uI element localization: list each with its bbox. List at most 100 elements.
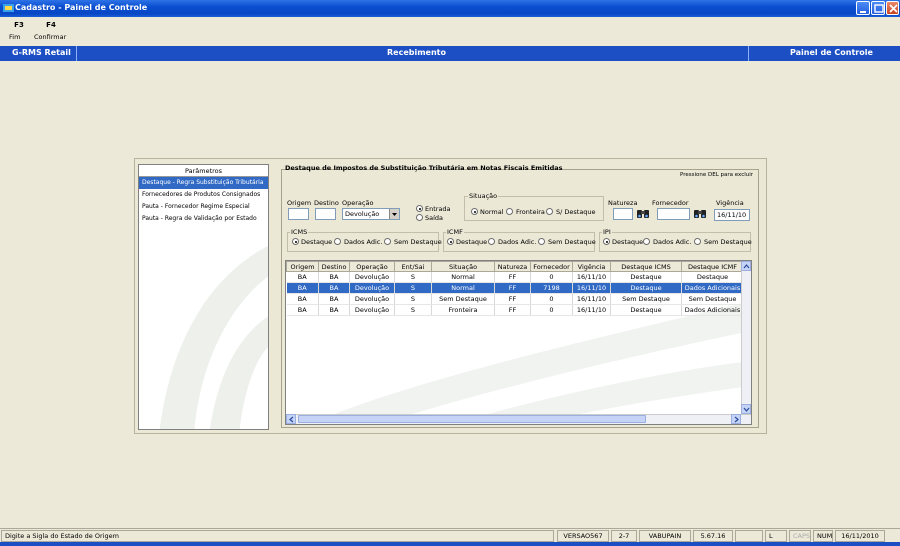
col-destaque-icms[interactable]: Destaque ICMS [610,261,682,272]
status-user: VABUPAIN [639,530,691,542]
origem-input[interactable] [288,208,309,220]
status-version: VERSAO567 [557,530,609,542]
table-row[interactable]: BA BA Devolução S Sem Destaque FF 0 16/1… [286,293,744,305]
cell: BA [286,304,319,316]
vigencia-input[interactable]: 16/11/10 [714,209,750,221]
delete-hint: Pressione DEL para excluir [680,172,754,178]
binoculars-icon[interactable] [636,207,650,219]
cell: BA [318,293,350,305]
params-item-pauta-regra[interactable]: Pauta - Regra de Validação por Estado [139,213,268,225]
parameters-list[interactable]: Parâmetros Destaque - Regra Substituição… [138,164,269,430]
operacao-label: Operação [342,199,374,207]
cell: 16/11/10 [572,304,611,316]
ipi-destaque-radio[interactable] [603,238,610,245]
natureza-input[interactable] [613,208,633,220]
confirmar-key: F4 [46,21,56,29]
icms-dados-radio[interactable] [334,238,341,245]
situacao-fronteira-label: Fronteira [516,208,545,216]
horizontal-scroll-thumb[interactable] [298,415,646,423]
situacao-sdestaque-label: S/ Destaque [556,208,596,216]
cell: S [394,304,432,316]
status-caps: CAPS [789,530,811,542]
situacao-fronteira-radio[interactable] [506,208,513,215]
table-row[interactable]: BA BA Devolução S Normal FF 0 16/11/10 D… [286,271,744,283]
situacao-sdestaque-radio[interactable] [546,208,553,215]
horizontal-scrollbar[interactable] [286,414,751,424]
scroll-down-button[interactable] [741,404,751,414]
ipi-title: IPI [602,228,612,236]
icmf-sem-radio[interactable] [538,238,545,245]
cell: Dados Adicionais [681,282,744,294]
ipi-sem-radio[interactable] [694,238,701,245]
cell: Devolução [349,304,395,316]
header-divider [76,46,77,61]
minimize-icon [860,11,866,13]
cell: FF [494,282,531,294]
scroll-right-button[interactable] [731,414,741,424]
col-operacao[interactable]: Operação [349,261,395,272]
situacao-normal-label: Normal [480,208,504,216]
cell: Destaque [610,271,682,283]
cell: BA [286,293,319,305]
icmf-dados-label: Dados Adic. [498,238,537,246]
vigencia-label: Vigência [716,199,744,207]
maximize-button[interactable] [871,1,885,15]
status-bar: Digite a Sigla do Estado de Origem VERSA… [0,528,900,542]
cell: FF [494,293,531,305]
cell: BA [318,271,350,283]
chevron-down-icon[interactable] [389,209,399,219]
ipi-dados-radio[interactable] [643,238,650,245]
destino-input[interactable] [315,208,336,220]
status-l: L [765,530,787,542]
destino-label: Destino [314,199,339,207]
header-strip: G-RMS Retail Recebimento Painel de Contr… [0,46,900,61]
params-item-fornecedores[interactable]: Fornecedores de Produtos Consignados [139,189,268,201]
screen-name: Painel de Controle [790,48,873,57]
cell: 0 [530,271,573,283]
fornecedor-input[interactable] [657,208,690,220]
maximize-icon [874,4,884,13]
col-natureza[interactable]: Natureza [494,261,531,272]
cell: Destaque [681,271,744,283]
params-item-destaque[interactable]: Destaque - Regra Substituição Tributária [139,177,268,189]
minimize-button[interactable] [856,1,870,15]
table-row[interactable]: BA BA Devolução S Fronteira FF 0 16/11/1… [286,304,744,316]
confirmar-button[interactable]: F4 Confirmar [34,21,68,41]
status-date: 16/11/2010 [835,530,885,542]
col-destaque-icmf[interactable]: Destaque ICMF [681,261,744,272]
icmf-destaque-radio[interactable] [447,238,454,245]
fim-key: F3 [14,21,24,29]
chevron-left-icon [289,416,294,423]
cell: Destaque [610,304,682,316]
table-row[interactable]: BA BA Devolução S Normal FF 7198 16/11/1… [286,282,744,294]
col-vigencia[interactable]: Vigência [572,261,611,272]
status-build: 5.67.16 [693,530,733,542]
situacao-normal-radio[interactable] [471,208,478,215]
fim-button[interactable]: F3 Fim [9,21,29,41]
icms-sem-radio[interactable] [384,238,391,245]
entrada-label: Entrada [425,205,451,213]
col-fornecedor[interactable]: Fornecedor [530,261,573,272]
entrada-radio[interactable] [416,205,423,212]
col-entsai[interactable]: Ent/Sai [394,261,432,272]
saida-radio[interactable] [416,214,423,221]
close-button[interactable] [886,1,899,15]
binoculars-icon[interactable] [693,207,707,219]
scroll-up-button[interactable] [741,261,751,271]
operacao-select[interactable]: Devolução [342,208,400,220]
params-item-pauta-fornecedor[interactable]: Pauta - Fornecedor Regime Especial [139,201,268,213]
vertical-scrollbar[interactable] [741,261,751,414]
col-origem[interactable]: Origem [286,261,319,272]
icmf-dados-radio[interactable] [488,238,495,245]
records-grid[interactable]: Origem Destino Operação Ent/Sai Situação… [285,260,752,425]
col-destino[interactable]: Destino [318,261,350,272]
chevron-down-icon [743,407,750,412]
icms-destaque-radio[interactable] [292,238,299,245]
scroll-left-button[interactable] [286,414,296,424]
cell: BA [286,271,319,283]
icmf-title: ICMF [446,228,464,236]
icms-sem-label: Sem Destaque [394,238,442,246]
origem-label: Origem [287,199,312,207]
col-situacao[interactable]: Situação [431,261,495,272]
chevron-up-icon [743,264,750,269]
